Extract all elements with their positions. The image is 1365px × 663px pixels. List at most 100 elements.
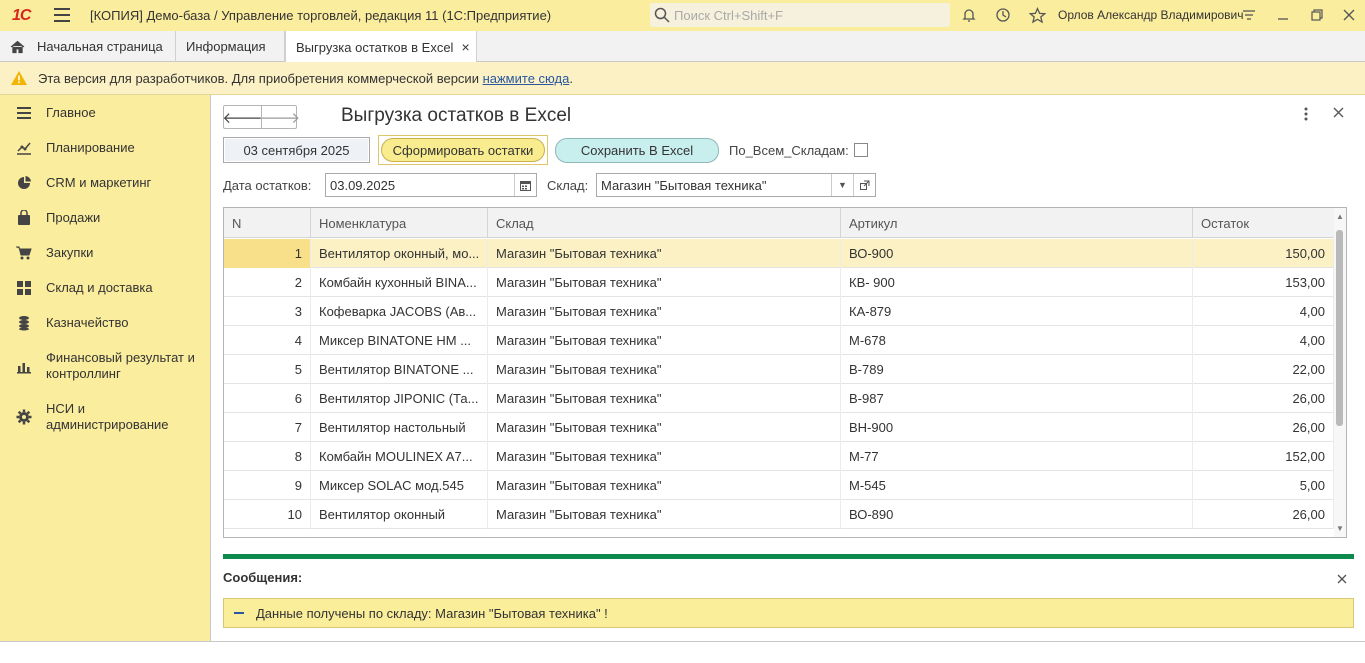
search-box[interactable]: Поиск Ctrl+Shift+F (650, 3, 950, 27)
cell-sku[interactable]: В-987 (841, 384, 1193, 413)
cell-sku[interactable]: В-789 (841, 355, 1193, 384)
tab-info[interactable]: Информация (176, 31, 285, 62)
sidebar-item-warehouse[interactable]: Склад и доставка (0, 280, 210, 300)
more-actions-icon[interactable] (1304, 107, 1308, 126)
table-row[interactable]: 10 Вентилятор оконный Магазин "Бытовая тех… (224, 500, 1334, 529)
save-excel-button[interactable]: Сохранить В Excel (555, 138, 719, 163)
dropdown-icon[interactable]: ▼ (831, 174, 853, 196)
cell-name[interactable]: Вентилятор оконный, мо... (311, 239, 488, 268)
scroll-down-icon[interactable]: ▼ (1336, 524, 1344, 533)
cell-qty[interactable]: 153,00 (1193, 268, 1334, 297)
cell-qty[interactable]: 4,00 (1193, 297, 1334, 326)
cell-name[interactable]: Комбайн MOULINEX A7... (311, 442, 488, 471)
sidebar-item-planning[interactable]: Планирование (0, 140, 210, 160)
cell-qty[interactable]: 22,00 (1193, 355, 1334, 384)
forward-button[interactable]: 🡒 (260, 106, 300, 128)
cell-sku[interactable]: КВ- 900 (841, 268, 1193, 297)
table-row[interactable]: 8 Комбайн MOULINEX A7... Магазин "Бытовая … (224, 442, 1334, 471)
scroll-up-icon[interactable]: ▲ (1336, 212, 1344, 221)
cell-sku[interactable]: М-678 (841, 326, 1193, 355)
app-logo[interactable]: 1С (12, 7, 31, 25)
cell-qty[interactable]: 26,00 (1193, 384, 1334, 413)
generate-stock-button[interactable]: Сформировать остатки (378, 135, 548, 165)
cell-name[interactable]: Кофеварка JACOBS (Ав... (311, 297, 488, 326)
cell-wh[interactable]: Магазин "Бытовая техника" (488, 268, 841, 297)
table-row[interactable]: 1 Вентилятор оконный, мо... Магазин "Бытов… (224, 239, 1334, 268)
col-header-qty[interactable]: Остаток (1193, 208, 1334, 238)
cell-wh[interactable]: Магазин "Бытовая техника" (488, 297, 841, 326)
message-item[interactable]: Данные получены по складу: Магазин "Быто… (223, 598, 1354, 628)
messages-close-icon[interactable] (1337, 571, 1347, 587)
sidebar-item-main[interactable]: Главное (0, 105, 210, 125)
tab-home[interactable]: Начальная страница (0, 31, 176, 62)
sidebar-item-admin[interactable]: НСИ и администрирование (0, 401, 210, 437)
cell-wh[interactable]: Магазин "Бытовая техника" (488, 471, 841, 500)
bell-icon[interactable] (960, 6, 978, 24)
table-row[interactable]: 3 Кофеварка JACOBS (Ав... Магазин "Бытовая… (224, 297, 1334, 326)
cell-wh[interactable]: Магазин "Бытовая техника" (488, 442, 841, 471)
col-header-warehouse[interactable]: Склад (488, 208, 841, 238)
col-header-n[interactable]: N (224, 208, 311, 238)
cell-qty[interactable]: 4,00 (1193, 326, 1334, 355)
cell-n[interactable]: 8 (224, 442, 311, 471)
cell-name[interactable]: Вентилятор оконный (311, 500, 488, 529)
cell-n[interactable]: 6 (224, 384, 311, 413)
cell-wh[interactable]: Магазин "Бытовая техника" (488, 326, 841, 355)
hamburger-menu-icon[interactable] (54, 8, 70, 22)
warehouse-input[interactable]: Магазин "Бытовая техника" ▼ (596, 173, 876, 197)
cell-n[interactable]: 2 (224, 268, 311, 297)
cell-name[interactable]: Комбайн кухонный BINA... (311, 268, 488, 297)
cell-n[interactable]: 1 (224, 239, 311, 268)
date-input[interactable]: 03.09.2025 (325, 173, 537, 197)
table-row[interactable]: 9 Миксер SOLAC мод.545 Магазин "Бытовая те… (224, 471, 1334, 500)
sidebar-item-finance[interactable]: Финансовый результат и контроллинг (0, 350, 210, 386)
cell-wh[interactable]: Магазин "Бытовая техника" (488, 500, 841, 529)
close-form-icon[interactable] (1333, 105, 1344, 123)
sidebar-item-sales[interactable]: Продажи (0, 210, 210, 230)
history-icon[interactable] (994, 6, 1012, 24)
table-row[interactable]: 6 Вентилятор JIPONIC (Та... Магазин "Бытов… (224, 384, 1334, 413)
cell-wh[interactable]: Магазин "Бытовая техника" (488, 239, 841, 268)
cell-sku[interactable]: ВО-890 (841, 500, 1193, 529)
cell-n[interactable]: 7 (224, 413, 311, 442)
minimize-icon[interactable] (1274, 6, 1292, 24)
col-header-name[interactable]: Номенклатура (311, 208, 488, 238)
calendar-icon[interactable] (514, 174, 536, 196)
cell-qty[interactable]: 26,00 (1193, 413, 1334, 442)
cell-n[interactable]: 4 (224, 326, 311, 355)
sidebar-item-crm[interactable]: CRM и маркетинг (0, 175, 210, 195)
restore-icon[interactable] (1308, 6, 1326, 24)
cell-qty[interactable]: 150,00 (1193, 239, 1334, 268)
cell-name[interactable]: Миксер BINATONE HM ... (311, 326, 488, 355)
cell-sku[interactable]: ВН-900 (841, 413, 1193, 442)
table-scrollbar[interactable]: ▲ ▼ (1334, 208, 1346, 537)
settings-filter-icon[interactable] (1240, 6, 1258, 24)
open-icon[interactable] (853, 174, 875, 196)
table-row[interactable]: 5 Вентилятор BINATONE ... Магазин "Бытовая… (224, 355, 1334, 384)
user-name[interactable]: Орлов Александр Владимирович (1058, 8, 1244, 22)
cell-n[interactable]: 5 (224, 355, 311, 384)
cell-qty[interactable]: 5,00 (1193, 471, 1334, 500)
stock-table[interactable]: N Номенклатура Склад Артикул Остаток 1 Ве… (223, 207, 1347, 538)
cell-n[interactable]: 9 (224, 471, 311, 500)
tab-export-excel[interactable]: Выгрузка остатков в Excel × (285, 31, 477, 63)
tab-close-icon[interactable]: × (461, 39, 469, 55)
scroll-thumb[interactable] (1336, 230, 1343, 426)
cell-wh[interactable]: Магазин "Бытовая техника" (488, 384, 841, 413)
cell-qty[interactable]: 152,00 (1193, 442, 1334, 471)
cell-name[interactable]: Вентилятор BINATONE ... (311, 355, 488, 384)
banner-link[interactable]: нажмите сюда (483, 71, 570, 86)
table-row[interactable]: 2 Комбайн кухонный BINA... Магазин "Бытова… (224, 268, 1334, 297)
cell-name[interactable]: Миксер SOLAC мод.545 (311, 471, 488, 500)
cell-sku[interactable]: М-545 (841, 471, 1193, 500)
cell-n[interactable]: 10 (224, 500, 311, 529)
all-warehouses-checkbox[interactable] (854, 143, 868, 157)
cell-name[interactable]: Вентилятор настольный (311, 413, 488, 442)
col-header-sku[interactable]: Артикул (841, 208, 1193, 238)
sidebar-item-treasury[interactable]: Казначейство (0, 315, 210, 335)
cell-wh[interactable]: Магазин "Бытовая техника" (488, 355, 841, 384)
cell-name[interactable]: Вентилятор JIPONIC (Та... (311, 384, 488, 413)
cell-sku[interactable]: КА-879 (841, 297, 1193, 326)
table-row[interactable]: 4 Миксер BINATONE HM ... Магазин "Бытовая … (224, 326, 1334, 355)
sidebar-item-purchases[interactable]: Закупки (0, 245, 210, 265)
